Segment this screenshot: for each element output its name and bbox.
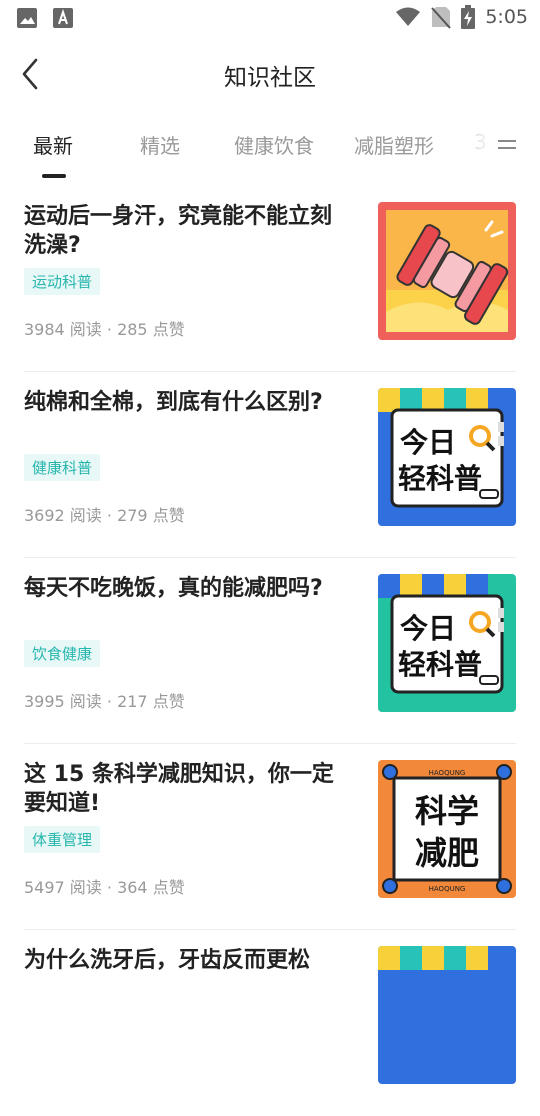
today-science-blue xyxy=(378,946,516,1084)
article-thumbnail xyxy=(378,202,516,340)
status-bar: 5:05 xyxy=(0,0,540,36)
article-item[interactable]: 为什么洗牙后，牙齿反而更松 xyxy=(24,930,516,1116)
thumb-small-top: HAOQUNG xyxy=(429,769,466,777)
no-sim-icon xyxy=(431,7,452,29)
article-stats: 3995 阅读 · 217 点赞 xyxy=(24,692,185,711)
article-item[interactable]: 这 15 条科学减肥知识，你一定要知道! 体重管理 5497 阅读 · 364 … xyxy=(24,744,516,930)
article-tag: 饮食健康 xyxy=(24,640,101,667)
article-tag: 健康科普 xyxy=(24,454,101,481)
article-item[interactable]: 运动后一身汗，究竟能不能立刻洗澡? 运动科普 3984 阅读 · 285 点赞 xyxy=(24,186,516,372)
article-stats: 3984 阅读 · 285 点赞 xyxy=(24,320,185,339)
battery-charging-icon xyxy=(461,5,476,29)
article-title: 为什么洗牙后，牙齿反而更松 xyxy=(24,948,311,973)
article-item[interactable]: 每天不吃晚饭，真的能减肥吗? 饮食健康 3995 阅读 · 217 点赞 今日 … xyxy=(24,558,516,744)
tab-fat-loss[interactable]: 减脂塑形 xyxy=(354,130,434,159)
article-thumbnail: HAOQUNG HAOQUNG 科学 减肥 xyxy=(378,760,516,898)
category-tabs: 最新 精选 健康饮食 减脂塑形 3 xyxy=(0,120,540,180)
article-thumbnail xyxy=(378,946,516,1084)
menu-lines-icon[interactable] xyxy=(496,134,520,156)
tab-healthy-diet[interactable]: 健康饮食 xyxy=(234,130,314,159)
article-thumbnail: 今日 轻科普 xyxy=(378,388,516,526)
article-tag: 体重管理 xyxy=(24,826,101,853)
science-weight-loss: HAOQUNG HAOQUNG 科学 减肥 xyxy=(378,760,516,898)
dumbbell-illustration xyxy=(386,210,509,332)
article-item[interactable]: 纯棉和全棉，到底有什么区别? 健康科普 3692 阅读 · 279 点赞 今日 … xyxy=(24,372,516,558)
tab-latest[interactable]: 最新 xyxy=(33,130,73,159)
thumb-text-science: 轻科普 xyxy=(398,462,482,495)
thumb-text-today: 今日 xyxy=(400,426,456,459)
active-tab-indicator xyxy=(42,174,66,178)
thumb-small-bottom: HAOQUNG xyxy=(429,885,466,893)
text-a-icon xyxy=(53,8,73,28)
thumb-text-science: 轻科普 xyxy=(398,648,482,681)
thumb-text-science: 科学 xyxy=(415,792,479,830)
article-title: 运动后一身汗，究竟能不能立刻洗澡? xyxy=(24,204,333,258)
article-title: 这 15 条科学减肥知识，你一定要知道! xyxy=(24,762,334,816)
article-title: 纯棉和全棉，到底有什么区别? xyxy=(24,390,323,415)
image-icon xyxy=(17,8,37,28)
page-title: 知识社区 xyxy=(224,65,316,91)
today-science-green: 今日 轻科普 xyxy=(378,574,516,712)
tab-featured[interactable]: 精选 xyxy=(140,130,180,159)
article-thumbnail: 今日 轻科普 xyxy=(378,574,516,712)
article-stats: 5497 阅读 · 364 点赞 xyxy=(24,878,185,897)
wifi-icon xyxy=(396,7,421,26)
article-stats: 3692 阅读 · 279 点赞 xyxy=(24,506,185,525)
article-title: 每天不吃晚饭，真的能减肥吗? xyxy=(24,576,323,601)
article-tag: 运动科普 xyxy=(24,268,101,295)
app-header: 知识社区 xyxy=(0,40,540,108)
thumb-text-today: 今日 xyxy=(400,612,456,645)
tab-fade xyxy=(465,120,495,170)
status-time: 5:05 xyxy=(485,6,528,28)
today-science-blue: 今日 轻科普 xyxy=(378,388,516,526)
thumb-text-weight-loss: 减肥 xyxy=(415,834,479,872)
